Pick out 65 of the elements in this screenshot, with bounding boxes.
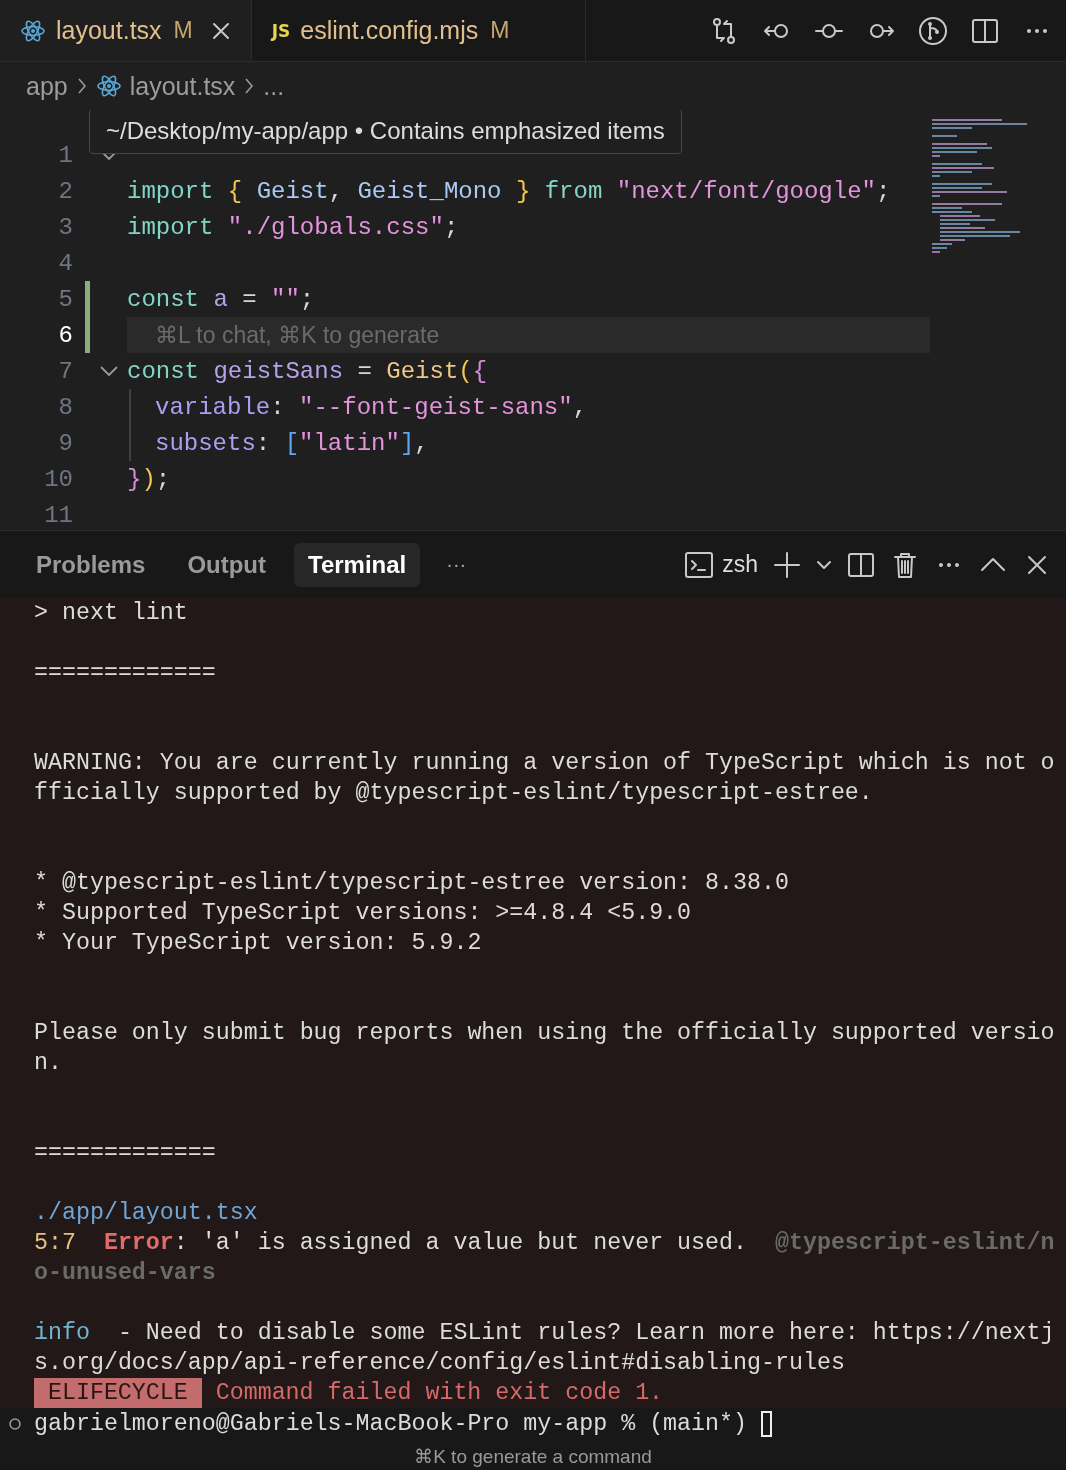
- code-line: });: [127, 465, 171, 493]
- code-line: variable: "--font-geist-sans",: [155, 393, 588, 421]
- line-number: 7: [57, 357, 73, 385]
- breadcrumb-item[interactable]: ...: [263, 71, 285, 101]
- atom-icon: [95, 74, 122, 98]
- terminal-text: n.: [34, 1049, 62, 1078]
- line-number: 5: [57, 285, 73, 313]
- chevron-right-icon: [243, 76, 256, 96]
- line-number: 2: [57, 177, 73, 205]
- breadcrumb-item[interactable]: app: [26, 71, 68, 101]
- terminal-text: =============: [34, 659, 216, 688]
- line-number: 11: [43, 501, 73, 529]
- terminal-selector[interactable]: zsh: [684, 549, 758, 580]
- terminal-text: fficially supported by @typescript-eslint/typescript-estree.: [34, 779, 873, 808]
- editor-tab[interactable]: layout.tsx M: [0, 0, 252, 61]
- terminal-text: > next lint: [34, 599, 188, 628]
- terminal-text: WARNING: You are currently running a version of TypeScript which is not o: [34, 749, 1055, 778]
- path-tooltip: ~/Desktop/my-app/app • Contains emphasized items: [89, 110, 682, 154]
- command-hint: ⌘K to generate a command: [413, 1445, 653, 1469]
- code-line: const a = "";: [127, 285, 315, 313]
- line-number: 6: [57, 321, 73, 349]
- terminal-text: Error: [103, 1229, 174, 1258]
- branch-circle-icon[interactable]: [918, 15, 948, 46]
- panel-tab[interactable]: Output: [173, 542, 280, 587]
- line-number: 9: [57, 429, 73, 457]
- line-number: 3: [57, 213, 73, 241]
- text-cursor: [761, 1411, 772, 1437]
- more-tabs-button[interactable]: ···: [446, 553, 467, 576]
- terminal-icon: [684, 549, 715, 580]
- terminal-text: Please only submit bug reports when using the officially supported versio: [34, 1019, 1055, 1048]
- status-circle-icon: [8, 1417, 22, 1431]
- line-number: 1: [57, 141, 73, 169]
- plus-icon[interactable]: [772, 549, 802, 580]
- line-number: 8: [57, 393, 73, 421]
- terminal-text: info: [34, 1319, 90, 1348]
- terminal-text: * @typescript-eslint/typescript-estree version: 8.38.0: [34, 869, 789, 898]
- code-line: subsets: ["latin"],: [155, 429, 429, 457]
- error-badge: ELIFECYCLE: [34, 1378, 202, 1408]
- chevron-down-icon[interactable]: [816, 559, 832, 570]
- terminal-text: ./app/layout.tsx: [34, 1199, 258, 1228]
- terminal-text: s.org/docs/app/api-reference/config/eslint#disabling-rules: [34, 1349, 845, 1378]
- terminal-text: : 'a' is assigned a value but never used.: [173, 1229, 747, 1258]
- terminal-prompt: gabrielmoreno@Gabriels-MacBook-Pro my-app % (main*): [34, 1411, 747, 1437]
- js-file-icon: JS: [271, 20, 291, 41]
- chevron-right-icon: [75, 76, 88, 96]
- line-number: 4: [57, 249, 73, 277]
- breadcrumb-item[interactable]: layout.tsx: [95, 71, 236, 101]
- chevron-down-icon[interactable]: [98, 365, 119, 377]
- terminal-text: o-unused-vars: [34, 1259, 216, 1288]
- terminal-text: * Supported TypeScript versions: >=4.8.4 <5.9.0: [34, 899, 692, 928]
- terminal-text: Command failed with exit code 1.: [215, 1379, 664, 1408]
- terminal-text: =============: [34, 1139, 216, 1168]
- panel-tab[interactable]: Terminal: [294, 542, 421, 587]
- terminal-text: @typescript-eslint/n: [774, 1229, 1055, 1258]
- code-line: const geistSans = Geist({: [127, 357, 488, 385]
- atom-icon: [20, 18, 46, 43]
- close-icon[interactable]: [210, 20, 231, 41]
- line-number: 10: [43, 465, 73, 493]
- terminal-text: 5:7: [34, 1229, 76, 1258]
- code-line: import "./globals.css";: [127, 213, 459, 241]
- terminal-text: - Need to disable some ESLint rules? Learn more here: https://nextj: [117, 1319, 1055, 1348]
- inline-hint: ⌘L to chat, ⌘K to generate: [154, 321, 440, 349]
- panel-tab[interactable]: Problems: [22, 542, 160, 587]
- terminal-text: * Your TypeScript version: 5.9.2: [34, 929, 482, 958]
- code-line: import { Geist, Geist_Mono } from "next/font/google";: [127, 177, 891, 205]
